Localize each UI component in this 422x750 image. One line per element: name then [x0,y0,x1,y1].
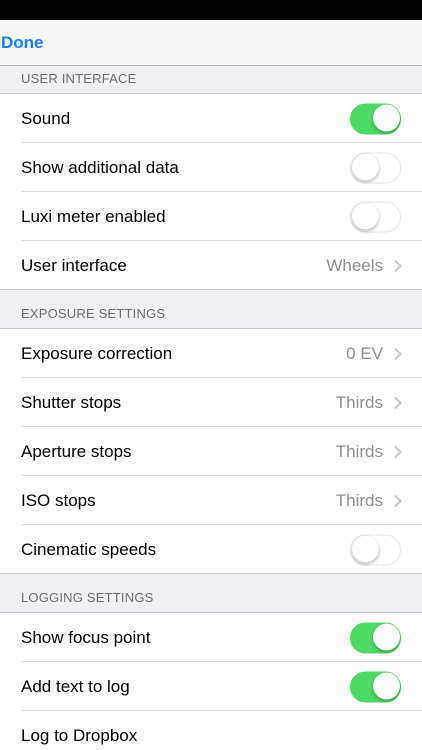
toggle-knob [351,535,379,563]
chevron-right-icon [389,494,402,507]
row-label: Exposure correction [21,343,173,363]
done-button[interactable]: Done [1,33,44,53]
status-bar [0,0,422,20]
toggle-knob [372,623,400,651]
settings-row-sound[interactable]: Sound [0,94,422,143]
settings-row-add-text-to-log[interactable]: Add text to log [0,662,422,711]
show-focus-point-toggle[interactable] [350,622,401,653]
row-label: Log to Dropbox [21,725,138,745]
chevron-right-icon [389,347,402,360]
section-header-logging-settings: LOGGING SETTINGS [0,574,422,613]
toggle-knob [372,104,400,132]
settings-row-user-interface[interactable]: User interface Wheels [0,241,422,290]
toggle-knob [351,153,379,181]
luxi-meter-toggle[interactable] [350,201,401,232]
row-label: Cinematic speeds [21,539,157,559]
row-value: 0 EV [346,343,383,363]
settings-row-aperture-stops[interactable]: Aperture stops Thirds [0,427,422,476]
settings-row-log-to-dropbox[interactable]: Log to Dropbox [0,711,422,750]
row-label: Luxi meter enabled [21,206,166,226]
chevron-right-icon [389,445,402,458]
section-header-user-interface: USER INTERFACE [0,67,422,94]
settings-row-iso-stops[interactable]: ISO stops Thirds [0,476,422,525]
row-label: Show additional data [21,157,179,177]
add-text-to-log-toggle[interactable] [350,671,401,702]
section-header-label: EXPOSURE SETTINGS [21,306,166,321]
section-header-exposure-settings: EXPOSURE SETTINGS [0,290,422,329]
sound-toggle[interactable] [350,103,401,134]
show-additional-data-toggle[interactable] [350,152,401,183]
row-value: Thirds [335,392,383,412]
section-header-label: LOGGING SETTINGS [21,590,154,605]
settings-row-show-focus-point[interactable]: Show focus point [0,613,422,662]
row-value: Wheels [326,255,383,275]
settings-row-shutter-stops[interactable]: Shutter stops Thirds [0,378,422,427]
row-label: Show focus point [21,627,151,647]
section-header-label: USER INTERFACE [21,71,137,86]
row-value: Thirds [335,490,383,510]
row-label: Aperture stops [21,441,132,461]
row-label: Sound [21,108,71,128]
settings-row-cinematic-speeds[interactable]: Cinematic speeds [0,525,422,574]
row-label: Add text to log [21,676,130,696]
cinematic-speeds-toggle[interactable] [350,534,401,565]
toggle-knob [372,672,400,700]
settings-row-show-additional-data[interactable]: Show additional data [0,143,422,192]
row-label: Shutter stops [21,392,122,412]
row-label: ISO stops [21,490,96,510]
row-label: User interface [21,255,127,275]
row-value: Thirds [335,441,383,461]
toggle-knob [351,202,379,230]
chevron-right-icon [389,259,402,272]
chevron-right-icon [389,396,402,409]
settings-row-exposure-correction[interactable]: Exposure correction 0 EV [0,329,422,378]
settings-row-luxi-meter[interactable]: Luxi meter enabled [0,192,422,241]
navigation-bar: Done [0,20,422,66]
